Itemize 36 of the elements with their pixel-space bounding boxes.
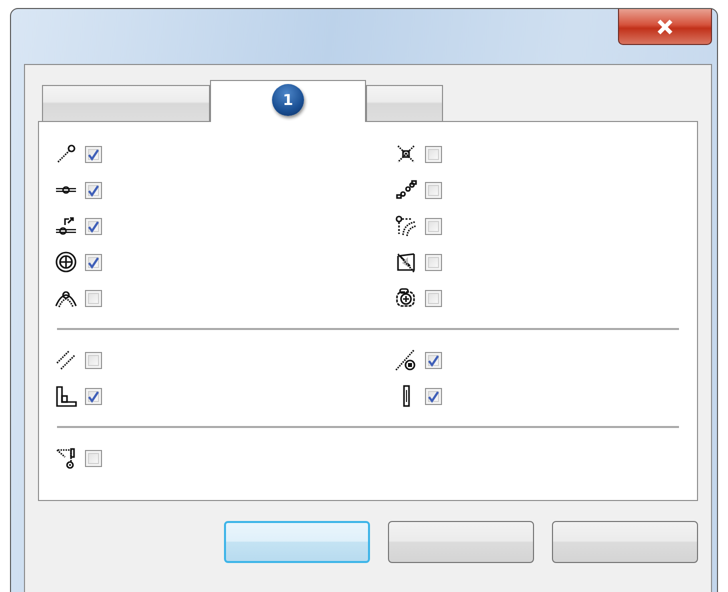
- checkbox[interactable]: [425, 352, 442, 368]
- dialog-button[interactable]: [224, 521, 370, 563]
- close-icon: [657, 18, 673, 34]
- right-angle-icon: [55, 385, 77, 407]
- round-grille-icon: [55, 251, 77, 273]
- dialog-button[interactable]: [552, 521, 698, 563]
- dashed-arc-icon: [395, 215, 417, 237]
- cut-frame-icon: [395, 251, 417, 273]
- chain-points-icon: [395, 179, 417, 201]
- tab[interactable]: [42, 85, 210, 121]
- checkbox[interactable]: [85, 290, 102, 306]
- checkbox[interactable]: [425, 290, 442, 306]
- checkbox[interactable]: [85, 388, 102, 404]
- dimension-icon: [55, 447, 77, 469]
- tab[interactable]: [366, 85, 443, 121]
- checkbox[interactable]: [85, 352, 102, 368]
- checkbox[interactable]: [425, 254, 442, 270]
- checkbox[interactable]: [425, 218, 442, 234]
- slider-arrow-icon: [55, 215, 77, 237]
- line-circle-icon: [395, 349, 417, 371]
- step-badge: 1: [272, 84, 304, 116]
- checkbox[interactable]: [85, 182, 102, 198]
- pin-line-icon: [55, 143, 77, 165]
- checkbox[interactable]: [425, 388, 442, 404]
- checkbox[interactable]: [425, 182, 442, 198]
- vertical-bar-icon: [403, 385, 410, 407]
- checkbox[interactable]: [85, 450, 102, 466]
- checkbox[interactable]: [85, 218, 102, 234]
- gear-cluster-icon: [395, 287, 417, 309]
- checkbox[interactable]: [85, 146, 102, 162]
- dialog-button[interactable]: [388, 521, 534, 563]
- close-button[interactable]: [618, 9, 712, 45]
- checkbox[interactable]: [425, 146, 442, 162]
- checkbox[interactable]: [85, 254, 102, 270]
- tab[interactable]: 1: [210, 80, 366, 122]
- parallel-lines-icon: [55, 349, 77, 371]
